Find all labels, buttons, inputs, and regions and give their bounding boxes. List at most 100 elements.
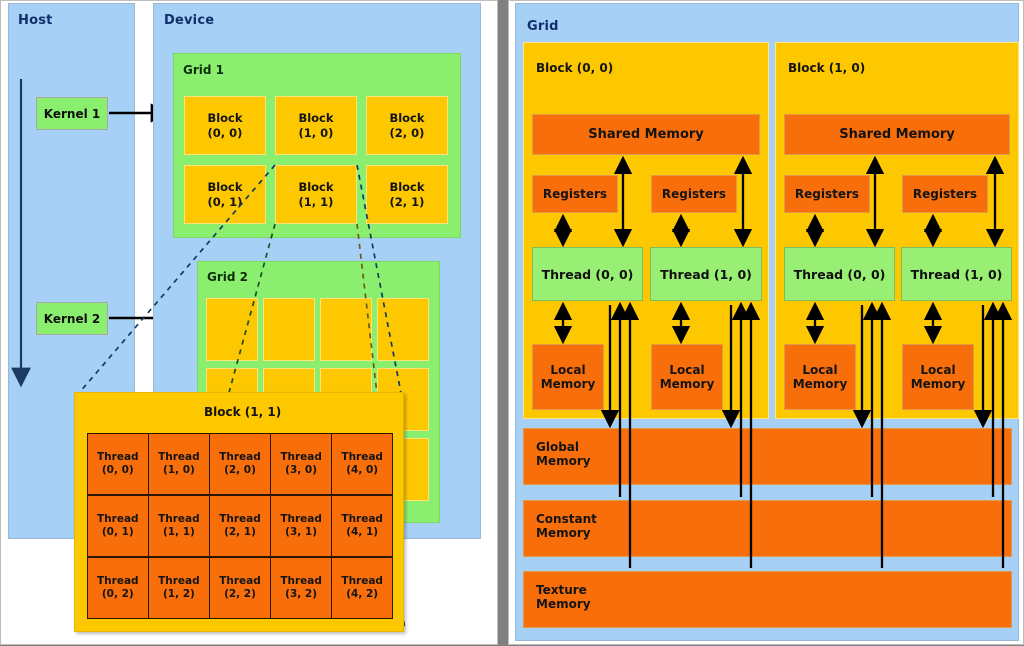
- thread-cell[interactable]: Thread (3, 2): [271, 557, 331, 618]
- local-memory-line1: Local: [550, 362, 586, 377]
- grid1-block-2-0[interactable]: Block (2, 0): [366, 96, 448, 155]
- grid1-block-2-1-line2: (2, 1): [389, 194, 425, 209]
- local-memory-line2: Memory: [792, 377, 848, 391]
- thread-cell[interactable]: Thread (1, 2): [149, 557, 209, 618]
- thread-cell[interactable]: Thread (4, 1): [332, 495, 392, 557]
- kernel-1-box[interactable]: Kernel 1: [36, 97, 108, 130]
- grid1-block-2-1-line1: Block: [389, 180, 425, 195]
- registers-b00-t1: Registers: [651, 175, 737, 213]
- device-title: Device: [164, 13, 215, 28]
- thread-cell[interactable]: Thread (2, 1): [210, 495, 270, 557]
- registers-label: Registers: [912, 187, 978, 201]
- thread-cell-line1: Thread: [341, 451, 383, 464]
- local-memory-line2: Memory: [659, 377, 715, 391]
- grid-block-0-0-title: Block (0, 0): [536, 61, 614, 75]
- thread-b00-t1[interactable]: Thread (1, 0): [650, 247, 762, 301]
- registers-b10-t1: Registers: [902, 175, 988, 213]
- thread-cell[interactable]: Thread (3, 1): [271, 495, 331, 557]
- constant-memory-line2: Memory: [536, 525, 591, 540]
- thread-cell-line1: Thread: [97, 574, 139, 587]
- thread-cell-line1: Thread: [341, 574, 383, 587]
- thread-cell-line1: Thread: [97, 451, 139, 464]
- local-memory-line2: Memory: [910, 377, 966, 391]
- grid1-block-0-0[interactable]: Block (0, 0): [184, 96, 266, 155]
- grid1-block-1-1-line1: Block: [298, 180, 334, 195]
- global-memory-label: Global Memory: [536, 440, 591, 469]
- thread-cell[interactable]: Thread (1, 1): [149, 495, 209, 557]
- thread-cell-line2: (3, 2): [285, 587, 318, 600]
- texture-memory-label: Texture Memory: [536, 583, 591, 612]
- thread-cell-line1: Thread: [158, 512, 200, 525]
- thread-cell[interactable]: Thread (0, 1): [88, 495, 148, 557]
- grid-title: Grid: [527, 19, 559, 34]
- grid2-block-r0c3[interactable]: [377, 298, 429, 361]
- global-memory-line2: Memory: [536, 453, 591, 468]
- thread-cell-line1: Thread: [97, 512, 139, 525]
- global-memory-line1: Global: [536, 440, 580, 454]
- thread-cell-line1: Thread: [158, 451, 200, 464]
- thread-cell[interactable]: Thread (4, 2): [332, 557, 392, 618]
- grid-2-label: Grid 2: [207, 270, 248, 284]
- thread-cell[interactable]: Thread (3, 0): [271, 434, 331, 495]
- thread-cell[interactable]: Thread (1, 0): [149, 434, 209, 495]
- grid-1-label: Grid 1: [183, 63, 224, 77]
- grid2-block-r0c2[interactable]: [320, 298, 372, 361]
- grid1-block-2-1[interactable]: Block (2, 1): [366, 165, 448, 224]
- grid1-block-1-0[interactable]: Block (1, 0): [275, 96, 357, 155]
- thread-cell-line1: Thread: [280, 512, 322, 525]
- thread-cell[interactable]: Thread (2, 2): [210, 557, 270, 618]
- grid1-block-0-0-line2: (0, 0): [207, 125, 243, 140]
- diagram-root: Host Kernel 1 Kernel 2 Device Grid 1 Blo…: [0, 0, 1024, 645]
- thread-label: Thread (0, 0): [793, 266, 886, 282]
- right-panel: Grid Block (0, 0) Shared Memory Register…: [508, 0, 1024, 645]
- thread-cell-line2: (0, 1): [101, 525, 134, 538]
- left-panel: Host Kernel 1 Kernel 2 Device Grid 1 Blo…: [0, 0, 498, 645]
- registers-b10-t0: Registers: [784, 175, 870, 213]
- block-1-1-detail-title: Block (1, 1): [204, 405, 282, 419]
- global-memory-bar: Global Memory: [523, 428, 1012, 485]
- local-memory-line2: Memory: [540, 377, 596, 391]
- thread-label: Thread (1, 0): [910, 266, 1003, 282]
- grid1-block-1-1[interactable]: Block (1, 1): [275, 165, 357, 224]
- grid1-block-1-0-line1: Block: [298, 111, 334, 126]
- kernel-2-label: Kernel 2: [43, 311, 101, 326]
- grid1-block-2-0-line2: (2, 0): [389, 125, 425, 140]
- grid2-block-r0c1[interactable]: [263, 298, 315, 361]
- local-memory-b10-t0: Local Memory: [784, 344, 856, 410]
- thread-cell-line2: (1, 2): [162, 587, 195, 600]
- texture-memory-bar: Texture Memory: [523, 571, 1012, 628]
- grid1-block-0-1[interactable]: Block (0, 1): [184, 165, 266, 224]
- thread-cell-line1: Thread: [280, 451, 322, 464]
- grid-block-1-0-title: Block (1, 0): [788, 61, 866, 75]
- local-memory-b10-t1: Local Memory: [902, 344, 974, 410]
- thread-b10-t1[interactable]: Thread (1, 0): [901, 247, 1012, 301]
- thread-cell-line2: (3, 1): [285, 525, 318, 538]
- thread-cell-line2: (0, 0): [101, 464, 134, 477]
- thread-cell[interactable]: Thread (0, 2): [88, 557, 148, 618]
- thread-grid: Thread (0, 0) Thread (1, 0) Thread (2, 0) T…: [87, 433, 393, 619]
- thread-cell[interactable]: Thread (4, 0): [332, 434, 392, 495]
- thread-cell-line2: (4, 0): [346, 464, 379, 477]
- local-memory-line1: Local: [669, 362, 705, 377]
- kernel-1-label: Kernel 1: [43, 106, 101, 121]
- thread-cell-line1: Thread: [219, 512, 261, 525]
- thread-cell[interactable]: Thread (2, 0): [210, 434, 270, 495]
- kernel-2-box[interactable]: Kernel 2: [36, 302, 108, 335]
- local-memory-line1: Local: [802, 362, 838, 377]
- thread-cell-line2: (4, 1): [346, 525, 379, 538]
- thread-cell-line2: (3, 0): [285, 464, 318, 477]
- thread-cell-line2: (1, 1): [162, 525, 195, 538]
- thread-b10-t0[interactable]: Thread (0, 0): [784, 247, 895, 301]
- thread-cell[interactable]: Thread (0, 0): [88, 434, 148, 495]
- thread-cell-line1: Thread: [219, 451, 261, 464]
- registers-label: Registers: [794, 187, 860, 201]
- registers-label: Registers: [661, 187, 727, 201]
- thread-cell-line1: Thread: [219, 574, 261, 587]
- registers-label: Registers: [542, 187, 608, 201]
- grid2-block-r0c0[interactable]: [206, 298, 258, 361]
- constant-memory-line1: Constant: [536, 512, 597, 526]
- thread-b00-t0[interactable]: Thread (0, 0): [532, 247, 643, 301]
- registers-b00-t0: Registers: [532, 175, 618, 213]
- thread-cell-line2: (2, 2): [224, 587, 256, 600]
- thread-cell-line2: (4, 2): [346, 587, 379, 600]
